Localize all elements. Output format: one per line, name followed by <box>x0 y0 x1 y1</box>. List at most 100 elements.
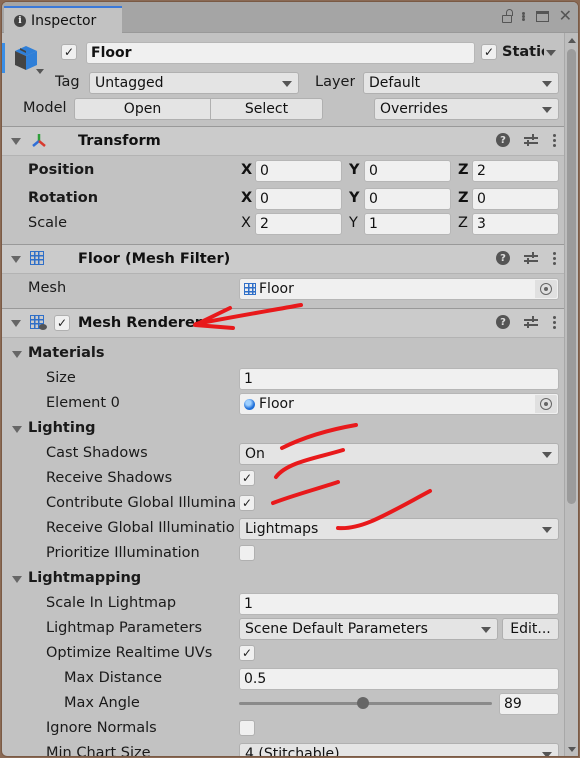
lighting-header[interactable]: Lighting <box>28 420 96 436</box>
min-chart-size-value: 4 (Stitchable) <box>245 746 340 757</box>
scrollbar-thumb[interactable] <box>567 49 576 504</box>
materials-size-field[interactable]: 1 <box>239 368 559 390</box>
tag-dropdown[interactable]: Untagged <box>89 72 299 94</box>
materials-foldout-icon[interactable] <box>12 351 22 358</box>
more-icon[interactable] <box>521 11 526 21</box>
rotation-x-field[interactable]: 0 <box>255 188 342 210</box>
window-controls: ✕ <box>501 8 572 24</box>
max-distance-field[interactable]: 0.5 <box>239 668 559 690</box>
lightmapping-header[interactable]: Lightmapping <box>28 570 141 586</box>
mesh-renderer-enabled-checkbox[interactable]: ✓ <box>54 315 70 331</box>
prioritize-illumination-checkbox[interactable] <box>239 545 255 561</box>
scale-z-value: 3 <box>477 216 486 232</box>
material-sphere-icon <box>244 398 255 410</box>
position-x-value: 0 <box>260 163 269 179</box>
position-y-value: 0 <box>369 163 378 179</box>
scale-x-field[interactable]: 2 <box>255 213 342 235</box>
check-icon: ✓ <box>241 646 253 660</box>
lock-icon[interactable] <box>501 8 513 23</box>
element0-value: Floor <box>259 396 294 412</box>
element0-object-field[interactable]: Floor <box>239 393 559 415</box>
materials-header[interactable]: Materials <box>28 345 105 361</box>
layer-value: Default <box>369 75 421 91</box>
position-y-field[interactable]: 0 <box>364 160 451 182</box>
maximize-icon[interactable] <box>535 10 549 22</box>
component-menu-icon[interactable] <box>552 251 556 265</box>
mesh-object-field[interactable]: Floor <box>239 278 559 300</box>
contribute-gi-label: Contribute Global Illuminat <box>46 495 235 511</box>
optimize-realtime-uvs-checkbox[interactable]: ✓ <box>239 645 255 661</box>
active-checkbox[interactable]: ✓ <box>61 44 77 60</box>
static-label: Static <box>502 44 544 60</box>
receive-shadows-checkbox[interactable]: ✓ <box>239 470 255 486</box>
optimize-realtime-uvs-label: Optimize Realtime UVs <box>46 645 213 661</box>
layer-dropdown[interactable]: Default <box>363 72 559 94</box>
inspector-window: i Inspector ✕ ✓ Floor ✓ Static Tag Untag… <box>1 1 579 757</box>
chevron-down-icon <box>282 81 292 87</box>
transform-header[interactable]: Transform ? <box>2 126 566 156</box>
component-menu-icon[interactable] <box>552 315 556 329</box>
mesh-filter-header[interactable]: Floor (Mesh Filter) ? <box>2 244 566 274</box>
scroll-down-arrow-icon[interactable] <box>568 747 576 752</box>
object-picker-icon[interactable] <box>535 280 557 298</box>
tab-inspector[interactable]: i Inspector <box>4 6 122 33</box>
scroll-up-arrow-icon[interactable] <box>568 38 576 43</box>
foldout-arrow-icon[interactable] <box>11 138 21 145</box>
overrides-value: Overrides <box>380 101 448 117</box>
foldout-arrow-icon[interactable] <box>11 256 21 263</box>
receive-gi-dropdown[interactable]: Lightmaps <box>239 518 559 540</box>
scale-in-lightmap-field[interactable]: 1 <box>239 593 559 615</box>
position-x-field[interactable]: 0 <box>255 160 342 182</box>
static-dropdown-arrow[interactable] <box>546 50 556 56</box>
ignore-normals-checkbox[interactable] <box>239 720 255 736</box>
scale-z-field[interactable]: 3 <box>472 213 559 235</box>
presets-icon[interactable] <box>524 315 538 329</box>
mesh-label: Mesh <box>28 280 67 296</box>
presets-icon[interactable] <box>524 251 538 265</box>
info-icon: i <box>14 14 26 27</box>
scale-y-value: 1 <box>369 216 378 232</box>
rotation-y-field[interactable]: 0 <box>364 188 451 210</box>
overrides-dropdown[interactable]: Overrides <box>374 98 559 120</box>
help-icon[interactable]: ? <box>496 315 510 329</box>
lightmapping-foldout-icon[interactable] <box>12 576 22 583</box>
scale-y-field[interactable]: 1 <box>364 213 451 235</box>
object-picker-icon[interactable] <box>535 395 557 413</box>
min-chart-size-dropdown[interactable]: 4 (Stitchable) <box>239 743 559 757</box>
cast-shadows-dropdown[interactable]: On <box>239 443 559 465</box>
component-menu-icon[interactable] <box>552 133 556 147</box>
check-icon: ✓ <box>483 45 495 59</box>
icon-dropdown-arrow[interactable] <box>36 69 44 74</box>
mesh-renderer-header[interactable]: ✓ Mesh Renderer ? <box>2 308 566 338</box>
vertical-scrollbar[interactable] <box>564 33 578 756</box>
foldout-arrow-icon[interactable] <box>11 320 21 327</box>
rotation-y-value: 0 <box>369 191 378 207</box>
position-z-field[interactable]: 2 <box>472 160 559 182</box>
axis-y-label: Y <box>349 190 360 206</box>
help-icon[interactable]: ? <box>496 251 510 265</box>
close-icon[interactable]: ✕ <box>559 8 572 24</box>
lightmap-parameters-label: Lightmap Parameters <box>46 620 203 636</box>
position-z-value: 2 <box>477 163 486 179</box>
lightmap-parameters-dropdown[interactable]: Scene Default Parameters <box>239 618 498 640</box>
open-button[interactable]: Open <box>74 98 211 120</box>
static-checkbox[interactable]: ✓ <box>481 44 497 60</box>
max-angle-slider-thumb[interactable] <box>356 697 369 709</box>
axis-x-label: X <box>241 215 251 231</box>
mesh-value: Floor <box>259 281 294 297</box>
layer-label: Layer <box>315 74 356 90</box>
scale-in-lightmap-label: Scale In Lightmap <box>46 595 177 611</box>
select-button[interactable]: Select <box>210 98 323 120</box>
lightmap-parameters-value: Scene Default Parameters <box>245 621 428 637</box>
axis-z-label: Z <box>458 215 468 231</box>
rotation-z-field[interactable]: 0 <box>472 188 559 210</box>
gameobject-name-field[interactable]: Floor <box>86 42 475 64</box>
edit-lightmap-parameters-button[interactable]: Edit... <box>502 618 559 640</box>
lighting-foldout-icon[interactable] <box>12 426 22 433</box>
max-angle-field[interactable]: 89 <box>499 693 559 715</box>
presets-icon[interactable] <box>524 133 538 147</box>
transform-axes-icon <box>32 134 46 147</box>
help-icon[interactable]: ? <box>496 133 510 147</box>
contribute-gi-checkbox[interactable]: ✓ <box>239 495 255 511</box>
prefab-cube-icon[interactable] <box>11 42 41 72</box>
